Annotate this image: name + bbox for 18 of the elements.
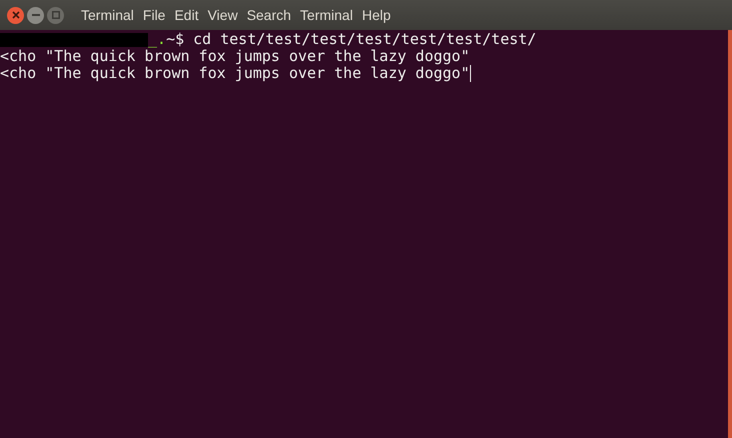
menu-item[interactable]: View <box>208 4 238 26</box>
prompt-host: _. <box>148 31 166 48</box>
menu-item[interactable]: Help <box>362 4 391 26</box>
minimize-icon <box>32 14 40 16</box>
minimize-button[interactable] <box>27 6 44 24</box>
output-line: <cho "The quick brown fox jumps over the lazy doggo" <box>0 65 470 82</box>
menu-item[interactable]: File <box>142 4 166 26</box>
menu-item[interactable]: Edit <box>174 4 199 26</box>
menu-item[interactable]: Terminal <box>81 4 134 26</box>
maximize-button[interactable] <box>47 6 64 24</box>
menu-item[interactable]: Search <box>246 4 292 26</box>
text-cursor <box>470 65 471 82</box>
menu-item[interactable]: Terminal <box>300 4 353 26</box>
close-button[interactable] <box>7 6 24 24</box>
close-icon <box>12 11 20 19</box>
output-line: <cho "The quick brown fox jumps over the lazy doggo" <box>0 48 470 65</box>
command-text: ~$ cd test/test/test/test/test/test/test/ <box>166 31 536 48</box>
maximize-icon <box>52 11 60 19</box>
